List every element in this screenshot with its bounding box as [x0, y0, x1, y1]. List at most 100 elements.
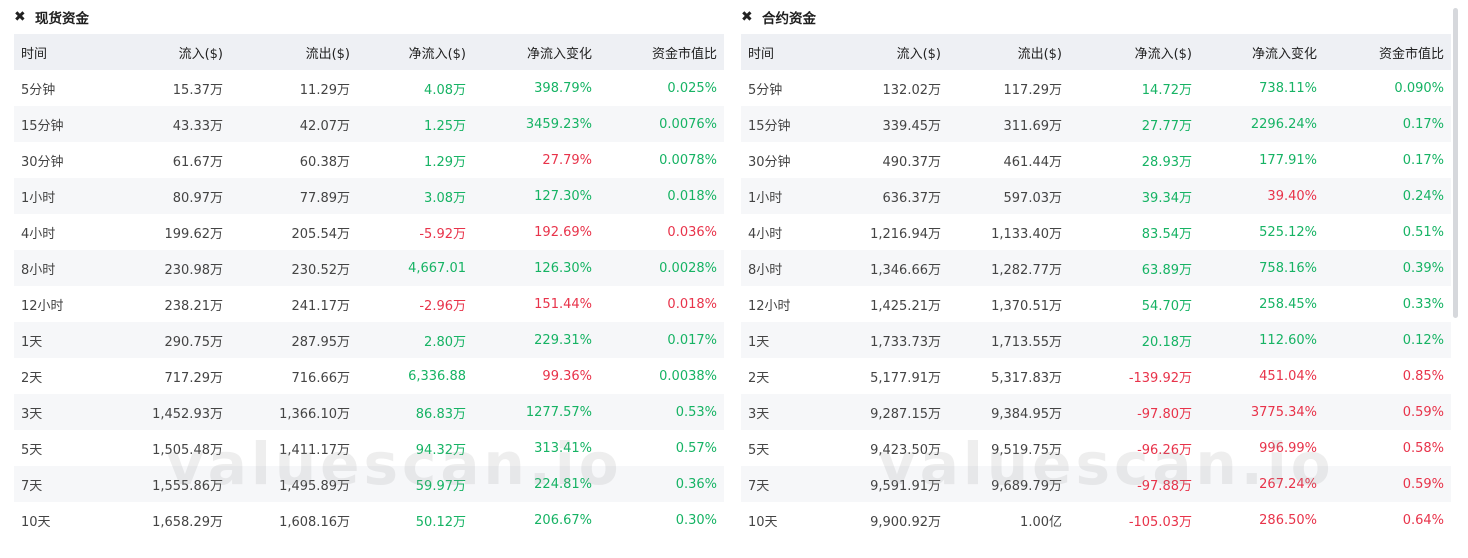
table-row: 7天 1,555.86万 1,495.89万 59.97万 224.81% 0.36%	[14, 466, 724, 502]
futures-funds-panel: ✖ 合约资金 时间 流入($) 流出($) 净流入($) 净流入变化 资金市值比…	[741, 0, 1451, 538]
cell-net-inflow: -2.96万	[419, 298, 466, 314]
cell-outflow: 1,608.16万	[279, 514, 350, 530]
cell-outflow: 1,282.77万	[948, 250, 1069, 286]
cell-outflow: 230.52万	[230, 250, 357, 286]
cell-outflow: 5,317.83万	[991, 370, 1062, 386]
cell-cap-ratio: 0.59%	[1324, 394, 1451, 430]
table-row: 15分钟 43.33万 42.07万 1.25万 3459.23% 0.0076%	[14, 106, 724, 142]
cell-inflow: 636.37万	[847, 178, 948, 214]
col-header-net-change: 净流入变化	[473, 34, 599, 70]
cell-outflow: 60.38万	[299, 154, 350, 170]
cell-net-inflow: 20.18万	[1069, 322, 1199, 358]
cell-time: 5天	[748, 442, 770, 458]
cell-cap-ratio: 0.36%	[599, 466, 724, 502]
cell-time: 2天	[748, 370, 770, 386]
table-row: 5天 9,423.50万 9,519.75万 -96.26万 996.99% 0.58%	[741, 430, 1451, 466]
cell-net-change: 99.36%	[542, 368, 592, 384]
cell-net-change: 126.30%	[473, 250, 599, 286]
cell-cap-ratio: 0.017%	[599, 322, 724, 358]
cell-outflow: 1,713.55万	[948, 322, 1069, 358]
cell-net-change: 229.31%	[473, 322, 599, 358]
cell-cap-ratio: 0.64%	[1402, 512, 1444, 528]
cell-cap-ratio: 0.025%	[667, 80, 717, 96]
cell-net-change: 267.24%	[1199, 466, 1324, 502]
futures-panel-title: 合约资金	[762, 11, 816, 27]
cell-cap-ratio: 0.018%	[599, 178, 724, 214]
table-row: 2天 717.29万 716.66万 6,336.88 99.36% 0.0038%	[14, 358, 724, 394]
cell-net-inflow: -5.92万	[419, 226, 466, 242]
cell-net-change: 3459.23%	[473, 106, 599, 142]
cell-time: 30分钟	[748, 154, 791, 170]
cell-cap-ratio: 0.17%	[1402, 152, 1444, 168]
cell-cap-ratio: 0.12%	[1324, 322, 1451, 358]
cell-inflow: 9,423.50万	[870, 442, 941, 458]
cell-cap-ratio: 0.090%	[1394, 80, 1444, 96]
col-header-cap-ratio: 资金市值比	[599, 34, 724, 70]
cell-net-inflow: 4.08万	[424, 82, 466, 98]
cell-outflow: 1,495.89万	[230, 466, 357, 502]
col-header-outflow: 流出($)	[230, 34, 357, 70]
cell-time: 1小时	[14, 178, 120, 214]
cell-time: 2天	[21, 370, 43, 386]
cell-outflow: 287.95万	[230, 322, 357, 358]
cell-net-change: 3775.34%	[1199, 394, 1324, 430]
cell-inflow: 1,216.94万	[870, 226, 941, 242]
close-icon[interactable]: ✖	[14, 10, 28, 24]
cell-net-change: 192.69%	[534, 224, 592, 240]
cell-cap-ratio: 0.17%	[1324, 106, 1451, 142]
table-row: 30分钟 490.37万 461.44万 28.93万 177.91% 0.17%	[741, 142, 1451, 178]
cell-outflow: 1,366.10万	[230, 394, 357, 430]
col-header-net-inflow: 净流入($)	[1069, 34, 1199, 70]
spot-table-body: 5分钟 15.37万 11.29万 4.08万 398.79% 0.025% 15分钟 43.…	[14, 70, 724, 538]
cell-outflow: 311.69万	[948, 106, 1069, 142]
cell-time: 10天	[748, 514, 778, 530]
cell-cap-ratio: 0.0028%	[599, 250, 724, 286]
cell-time: 12小时	[21, 298, 64, 314]
table-row: 1小时 636.37万 597.03万 39.34万 39.40% 0.24%	[741, 178, 1451, 214]
cell-inflow: 132.02万	[882, 82, 942, 98]
cell-net-change: 313.41%	[534, 440, 592, 456]
cell-outflow: 461.44万	[1003, 154, 1063, 170]
cell-time: 3天	[14, 394, 120, 430]
cell-outflow: 241.17万	[291, 298, 351, 314]
col-header-inflow: 流入($)	[120, 34, 230, 70]
table-row: 2天 5,177.91万 5,317.83万 -139.92万 451.04% 0.85%	[741, 358, 1451, 394]
cell-net-inflow: 4,667.01	[357, 250, 473, 286]
cell-time: 12小时	[748, 298, 791, 314]
cell-net-change: 224.81%	[473, 466, 599, 502]
cell-outflow: 77.89万	[230, 178, 357, 214]
cell-outflow: 9,519.75万	[991, 442, 1062, 458]
cell-inflow: 9,591.91万	[847, 466, 948, 502]
close-icon[interactable]: ✖	[741, 10, 755, 24]
scrollbar[interactable]	[1453, 8, 1458, 318]
cell-net-inflow: 27.77万	[1069, 106, 1199, 142]
cell-inflow: 230.98万	[120, 250, 230, 286]
cell-time: 5分钟	[21, 82, 56, 98]
cell-net-inflow: 2.80万	[357, 322, 473, 358]
cell-inflow: 1,505.48万	[152, 442, 223, 458]
spot-flow-table: 时间 流入($) 流出($) 净流入($) 净流入变化 资金市值比 5分钟 15.…	[14, 34, 724, 538]
cell-net-change: 27.79%	[542, 152, 592, 168]
cell-net-inflow: 59.97万	[357, 466, 473, 502]
cell-inflow: 1,555.86万	[120, 466, 230, 502]
spot-panel-title: 现货资金	[35, 11, 89, 27]
cell-net-inflow: 39.34万	[1069, 178, 1199, 214]
cell-inflow: 1,452.93万	[120, 394, 230, 430]
cell-inflow: 9,287.15万	[847, 394, 948, 430]
table-row: 1小时 80.97万 77.89万 3.08万 127.30% 0.018%	[14, 178, 724, 214]
cell-time: 15分钟	[14, 106, 120, 142]
cell-outflow: 716.66万	[291, 370, 351, 386]
col-header-net-inflow: 净流入($)	[357, 34, 473, 70]
cell-cap-ratio: 0.0038%	[659, 368, 717, 384]
cell-net-inflow: 6,336.88	[408, 368, 466, 384]
futures-panel-header: ✖ 合约资金	[741, 0, 1451, 34]
cell-net-inflow: -97.80万	[1069, 394, 1199, 430]
cell-cap-ratio: 0.53%	[599, 394, 724, 430]
table-row: 10天 1,658.29万 1,608.16万 50.12万 206.67% 0.30%	[14, 502, 724, 538]
cell-time: 30分钟	[21, 154, 64, 170]
cell-cap-ratio: 0.59%	[1324, 466, 1451, 502]
cell-outflow: 42.07万	[230, 106, 357, 142]
cell-cap-ratio: 0.0078%	[659, 152, 717, 168]
cell-time: 5天	[21, 442, 43, 458]
cell-time: 8小时	[741, 250, 847, 286]
